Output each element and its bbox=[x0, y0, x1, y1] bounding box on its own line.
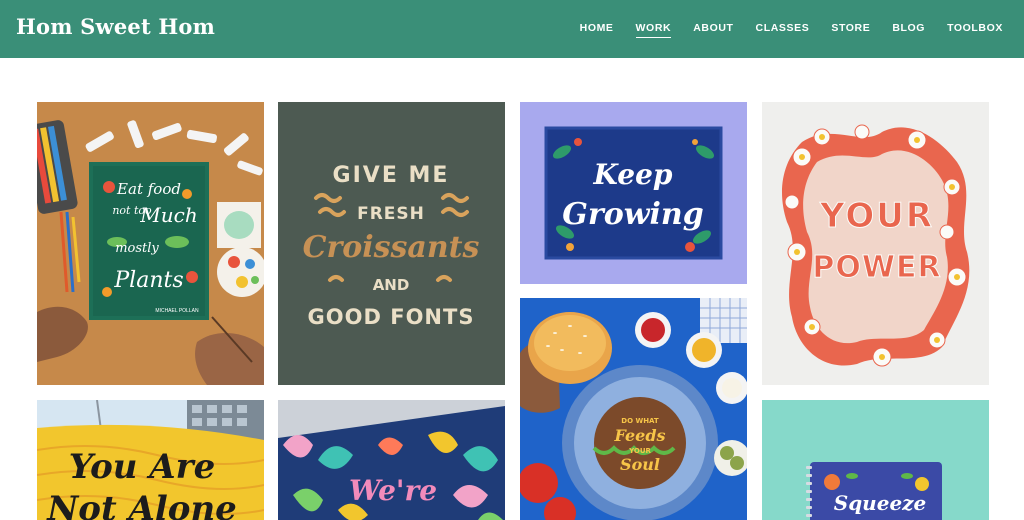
nav-toolbox[interactable]: TOOLBOX bbox=[936, 22, 1014, 34]
site-logo[interactable]: Hom Sweet Hom bbox=[16, 14, 215, 39]
lettering-your: YOUR bbox=[819, 196, 934, 236]
keep-growing-artwork: Keep Growing bbox=[520, 102, 747, 284]
nav-blog[interactable]: BLOG bbox=[881, 22, 936, 34]
lettering-feeds: Feeds bbox=[613, 426, 665, 445]
nav-classes[interactable]: CLASSES bbox=[745, 22, 821, 34]
portfolio-tile-squeeze[interactable]: Squeeze bbox=[762, 400, 989, 520]
artwork-credit: MICHAEL POLLAN bbox=[155, 308, 199, 314]
main-nav: HOME WORK ABOUT CLASSES STORE BLOG TOOLB… bbox=[569, 22, 1014, 38]
lettering-good-fonts: GOOD FONTS bbox=[308, 305, 475, 329]
nav-store[interactable]: STORE bbox=[820, 22, 881, 34]
nav-home[interactable]: HOME bbox=[569, 22, 625, 34]
lettering-line-4: mostly bbox=[115, 241, 159, 256]
lettering-line-1: Eat food bbox=[116, 180, 181, 198]
lettering-keep: Keep bbox=[593, 158, 673, 191]
portfolio-tile-were[interactable]: We're bbox=[278, 400, 505, 520]
lettering-do-what: DO WHAT bbox=[621, 417, 659, 425]
squeeze-artwork: Squeeze bbox=[762, 400, 989, 520]
nav-about[interactable]: ABOUT bbox=[682, 22, 744, 34]
lettering-squeeze: Squeeze bbox=[834, 491, 927, 515]
feeds-your-soul-artwork: DO WHAT Feeds YOUR Soul bbox=[520, 298, 747, 520]
lettering-were: We're bbox=[349, 474, 437, 507]
eat-food-artwork: Eat food not too Much mostly Plants MICH… bbox=[37, 102, 264, 385]
lettering-give-me: GIVE ME bbox=[333, 163, 450, 188]
lettering-power: POWER bbox=[812, 250, 941, 285]
portfolio-tile-you-are-not-alone[interactable]: You Are Not Alone bbox=[37, 400, 264, 520]
site-header: Hom Sweet Hom HOME WORK ABOUT CLASSES ST… bbox=[0, 0, 1024, 58]
you-are-not-alone-artwork: You Are Not Alone bbox=[37, 400, 264, 520]
portfolio-tile-keep-growing[interactable]: Keep Growing bbox=[520, 102, 747, 284]
your-power-artwork: YOUR POWER bbox=[762, 102, 989, 385]
nav-work[interactable]: WORK bbox=[625, 22, 683, 38]
lettering-croissants: Croissants bbox=[303, 230, 480, 265]
lettering-line-5: Plants bbox=[113, 268, 183, 293]
portfolio-tile-your-power[interactable]: YOUR POWER bbox=[762, 102, 989, 385]
lettering-growing: Growing bbox=[562, 197, 703, 232]
croissants-artwork: GIVE ME FRESH Croissants AND GOOD FONTS bbox=[278, 102, 505, 385]
were-artwork: We're bbox=[278, 400, 505, 520]
lettering-you-are: You Are bbox=[69, 447, 215, 487]
lettering-fresh: FRESH bbox=[357, 204, 425, 224]
lettering-not-alone: Not Alone bbox=[46, 489, 237, 520]
portfolio-tile-eat-food[interactable]: Eat food not too Much mostly Plants MICH… bbox=[37, 102, 264, 385]
portfolio-tile-feeds-your-soul[interactable]: DO WHAT Feeds YOUR Soul bbox=[520, 298, 747, 520]
lettering-and: AND bbox=[373, 276, 410, 294]
lettering-line-3: Much bbox=[139, 203, 197, 227]
lettering-your: YOUR bbox=[628, 447, 651, 455]
portfolio-tile-croissants[interactable]: GIVE ME FRESH Croissants AND GOOD FONTS bbox=[278, 102, 505, 385]
lettering-soul: Soul bbox=[620, 455, 660, 474]
